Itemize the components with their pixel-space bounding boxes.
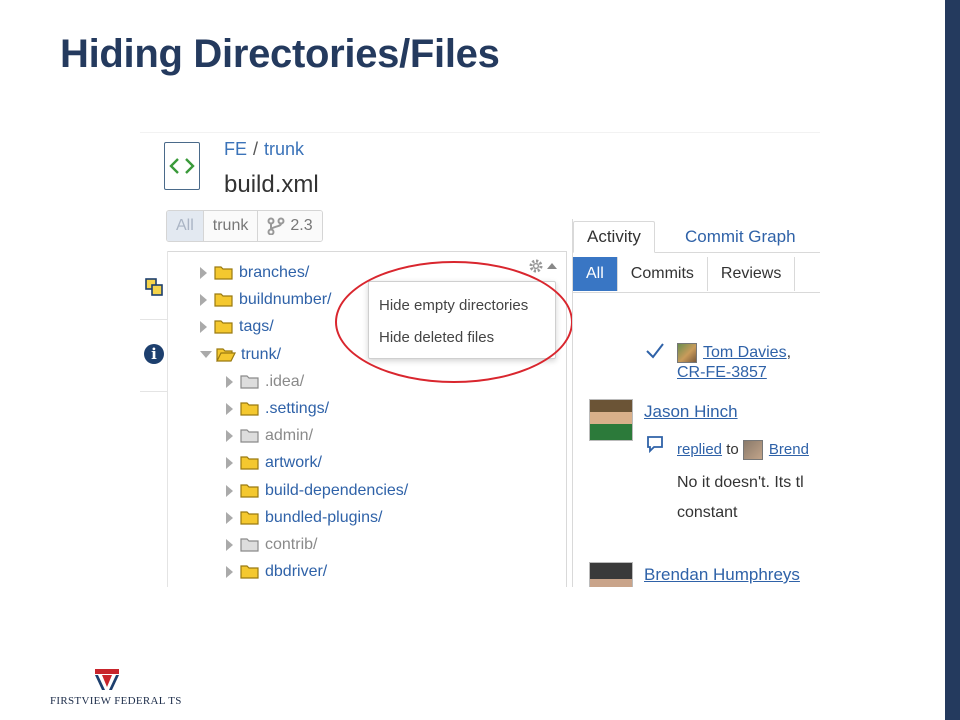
avatar	[589, 562, 633, 587]
tree-settings-toggle[interactable]	[528, 256, 558, 276]
review-entry: Tom Davies,	[677, 343, 791, 363]
branch-option-2-3[interactable]: 2.3	[258, 211, 322, 241]
expand-right-icon[interactable]	[226, 566, 233, 579]
tree-row[interactable]: tags/	[200, 315, 274, 339]
tree-item-label: branches/	[239, 264, 310, 281]
replied-link[interactable]: replied	[677, 441, 722, 458]
tree-item-label: artwork/	[265, 454, 322, 472]
expand-right-icon[interactable]	[200, 267, 207, 279]
avatar	[742, 440, 763, 460]
filter-commits[interactable]: Commits	[617, 257, 708, 291]
folder-icon	[240, 402, 259, 416]
tree-row[interactable]: admin/	[226, 424, 313, 448]
expand-right-icon[interactable]	[226, 539, 233, 551]
comment-text: No it doesn't. Its tl	[677, 474, 804, 491]
breadcrumb-separator: /	[253, 139, 259, 159]
author-link-jason-hinch[interactable]: Jason Hinch	[644, 402, 738, 422]
folder-icon	[240, 538, 259, 552]
branch-option-all[interactable]: All	[167, 211, 204, 241]
tree-item-label: admin/	[265, 427, 314, 445]
author-link-brendan-humphreys[interactable]: Brendan Humphreys	[644, 565, 800, 585]
tree-item-label: build-dependencies/	[265, 481, 409, 499]
tree-item-label: .idea/	[265, 372, 305, 390]
expand-right-icon[interactable]	[226, 375, 233, 388]
tree-item-label: trunk/	[241, 345, 282, 363]
tree-row[interactable]: trunk/	[200, 343, 281, 367]
branch-icon	[267, 217, 285, 235]
expand-right-icon[interactable]	[226, 457, 233, 470]
folder-open-icon	[216, 347, 236, 362]
folder-icon	[240, 565, 259, 579]
expand-right-icon[interactable]	[226, 484, 233, 497]
expand-right-icon[interactable]	[226, 511, 233, 524]
logo-text: FIRSTVIEW FEDERAL TS	[50, 695, 182, 707]
left-icon-strip	[140, 251, 168, 587]
code-file-icon	[164, 142, 200, 190]
folder-icon	[240, 429, 259, 443]
logo-mark	[94, 665, 120, 691]
folder-icon	[214, 293, 233, 307]
tree-row[interactable]: artwork/	[226, 451, 322, 475]
tab-commit-graph[interactable]: Commit Graph	[685, 221, 796, 253]
info-icon[interactable]: i	[144, 344, 164, 364]
expand-right-icon[interactable]	[200, 294, 207, 307]
tree-row[interactable]: build-dependencies/	[226, 479, 408, 503]
breadcrumb-project[interactable]: FE	[224, 139, 247, 159]
folder-icon	[214, 320, 233, 334]
avatar	[589, 399, 633, 441]
tree-item-label: contrib/	[265, 536, 318, 553]
branch-selector: All trunk 2.3	[166, 210, 323, 242]
tree-item-label: dbdriver/	[265, 563, 328, 581]
folder-icon	[240, 375, 259, 389]
tree-item-label: tags/	[239, 318, 274, 336]
company-logo: FIRSTVIEW FEDERAL TS	[50, 665, 181, 710]
tree-row[interactable]: bundled-plugins/	[226, 506, 382, 530]
gear-icon	[529, 259, 543, 273]
slide-title: Hiding Directories/Files	[60, 32, 500, 76]
tree-row[interactable]: .settings/	[226, 397, 329, 421]
tab-activity[interactable]: Activity	[573, 221, 655, 253]
tree-row[interactable]: contrib/	[226, 533, 317, 557]
user-link-tom-davies[interactable]: Tom Davies	[703, 344, 787, 361]
strip-divider	[140, 391, 168, 392]
folder-icon	[214, 266, 233, 280]
comment-icon	[647, 436, 663, 454]
breadcrumb-branch[interactable]: trunk	[264, 139, 304, 159]
filter-all[interactable]: All	[573, 257, 618, 291]
review-id-link[interactable]: CR-FE-3857	[677, 364, 767, 382]
screenshot-panel: FE / trunk build.xml All trunk 2.3 i branc…	[140, 132, 820, 587]
folder-icon	[240, 511, 259, 525]
tree-row[interactable]: buildnumber/	[200, 288, 332, 312]
folder-icon	[240, 456, 259, 470]
checkmark-icon	[646, 343, 664, 359]
branch-option-trunk[interactable]: trunk	[203, 211, 259, 241]
strip-divider	[140, 319, 168, 320]
activity-filters: All Commits Reviews	[573, 257, 820, 293]
folder-icon	[240, 483, 259, 498]
filter-reviews[interactable]: Reviews	[707, 257, 796, 291]
user-separator: ,	[786, 344, 792, 362]
activity-panel: Activity Commit Graph All Commits Review…	[572, 219, 820, 587]
avatar	[677, 343, 697, 363]
tree-row[interactable]: .idea/	[226, 370, 304, 394]
copy-icon[interactable]	[144, 277, 164, 297]
expand-right-icon[interactable]	[226, 430, 233, 443]
expand-down-icon[interactable]	[200, 351, 212, 359]
expand-right-icon[interactable]	[226, 403, 233, 415]
tree-item-label: buildnumber/	[239, 291, 332, 309]
activity-tabs: Activity Commit Graph	[573, 219, 820, 253]
expand-right-icon[interactable]	[200, 321, 207, 334]
caret-up-icon	[547, 263, 557, 269]
highlight-circle	[335, 261, 573, 383]
comment-text: constant	[677, 504, 738, 521]
breadcrumb: FE / trunk	[224, 139, 304, 160]
tree-item-label: bundled-plugins/	[265, 508, 383, 526]
tree-row[interactable]: branches/	[200, 261, 309, 285]
user-link-brendan[interactable]: Brend	[769, 441, 809, 458]
reply-entry: replied to Brend	[677, 440, 809, 460]
file-name: build.xml	[224, 171, 319, 198]
tree-item-label: .settings/	[265, 400, 330, 417]
slide-accent-bar	[945, 0, 960, 720]
tree-row[interactable]: dbdriver/	[226, 560, 327, 584]
